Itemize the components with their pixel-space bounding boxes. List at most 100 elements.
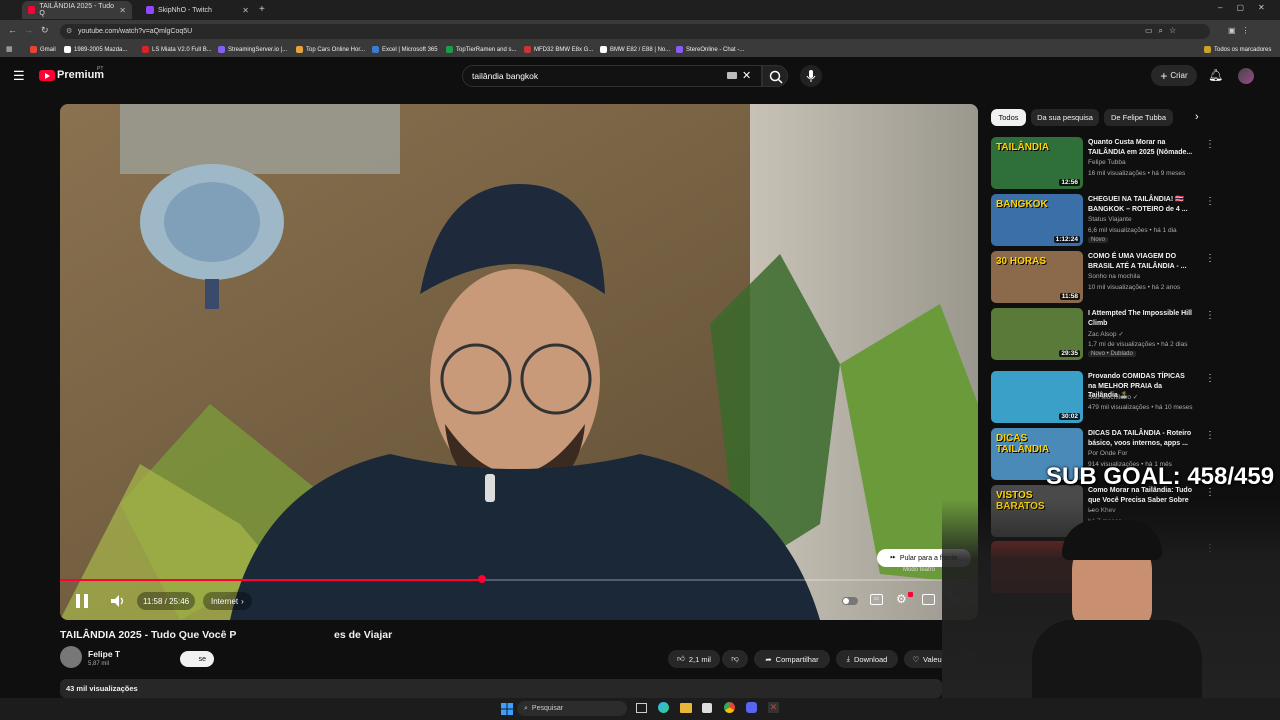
like-button[interactable]: 👍︎ 2,1 mil	[668, 650, 720, 668]
bookmark-item[interactable]: Top Cars Online Hor...	[296, 44, 365, 55]
related-video-title[interactable]: I Attempted The Impossible Hill Climb	[1088, 309, 1193, 328]
taskbar-search[interactable]: ⌕ Pesquisar	[517, 701, 627, 716]
related-video-card[interactable]: BANGKOK 1:12:24 CHEGUEI NA TAILÂNDIA! 🇹🇭 B…	[991, 194, 1215, 246]
tab-youtube[interactable]: TAILÂNDIA 2025 - Tudo Q ✕	[22, 1, 132, 19]
chapter-button[interactable]: Internet ›	[203, 592, 252, 610]
bookmark-item[interactable]: BMW E82 / E88 | No...	[600, 44, 670, 55]
related-video-card[interactable]: 30:02 Provando COMIDAS TÍPICAS na MELHOR …	[991, 371, 1215, 423]
subtitles-icon[interactable]: cc	[870, 594, 883, 605]
download-label: Download	[853, 654, 888, 664]
video-thumbnail[interactable]: BANGKOK 1:12:24	[991, 194, 1083, 246]
apps-icon[interactable]: ▦	[6, 45, 13, 53]
related-video-title[interactable]: Quanto Custa Morar na TAILÂNDIA em 2025 …	[1088, 138, 1193, 157]
more-options-icon[interactable]: ⋮	[1205, 310, 1215, 321]
all-bookmarks[interactable]: Todos os marcadores	[1204, 44, 1271, 55]
volume-button[interactable]	[108, 592, 128, 610]
related-video-channel[interactable]: Sonho na mochila	[1088, 273, 1140, 280]
related-video-channel[interactable]: Zac Alsop ✓	[1088, 330, 1124, 338]
chevron-right-icon[interactable]: ›	[1195, 111, 1199, 123]
bookmark-item[interactable]: StereOnline - Chat -...	[676, 44, 744, 55]
keyboard-icon[interactable]	[727, 72, 737, 79]
menu-icon[interactable]: ☰	[13, 68, 25, 84]
miniplayer-icon[interactable]	[922, 594, 935, 605]
store-icon[interactable]	[702, 703, 712, 713]
site-info-icon[interactable]: ⚙	[66, 27, 72, 35]
bookmark-label: Top Cars Online Hor...	[306, 46, 366, 53]
chip-from-search[interactable]: Da sua pesquisa	[1031, 109, 1099, 126]
create-button[interactable]: + Criar	[1151, 65, 1197, 86]
notifications-icon[interactable]: 🔔︎	[1208, 68, 1223, 82]
back-icon[interactable]: ←	[8, 25, 17, 35]
related-video-channel[interactable]: Sou Mochileiro ✓	[1088, 393, 1138, 401]
related-video-title[interactable]: DICAS DA TAILÂNDIA - Roteiro básico, voo…	[1088, 429, 1193, 448]
video-thumbnail[interactable]: 30 HORAS 11:58	[991, 251, 1083, 303]
search-button[interactable]	[762, 65, 788, 87]
chip-all[interactable]: Todos	[991, 109, 1026, 126]
description-box[interactable]: 43 mil visualizações	[60, 679, 942, 698]
chrome-icon[interactable]	[724, 702, 735, 713]
related-video-channel[interactable]: Status Viajante	[1088, 216, 1132, 223]
autoplay-toggle[interactable]	[842, 597, 858, 605]
channel-name[interactable]: Felipe T	[88, 649, 120, 659]
close-icon[interactable]: ✕	[242, 6, 249, 15]
search-value: tailândia bangkok	[472, 71, 539, 81]
address-bar[interactable]: ⚙ youtube.com/watch?v=aQmlgCoq5U	[60, 24, 1210, 39]
video-player[interactable]	[60, 104, 978, 620]
youtube-logo-icon[interactable]	[39, 70, 55, 81]
bookmark-label: BMW E82 / E88 | No...	[610, 46, 671, 53]
more-options-icon[interactable]: ⋮	[1205, 196, 1215, 207]
dislike-button[interactable]: 👎︎	[722, 650, 748, 668]
app-icon[interactable]: ✕	[768, 702, 779, 713]
bookmark-item[interactable]: TopTierRamen and s...	[446, 44, 516, 55]
related-video-card[interactable]: 30 HORAS 11:58 COMO É UMA VIAGEM DO BRASIL…	[991, 251, 1215, 303]
voice-search-button[interactable]	[800, 65, 822, 87]
more-options-icon[interactable]: ⋮	[1205, 253, 1215, 264]
related-video-card[interactable]: 29:35 I Attempted The Impossible Hill Cli…	[991, 308, 1215, 360]
bookmark-item[interactable]: 1989-2005 Mazda...	[64, 44, 127, 55]
bookmark-item[interactable]: Gmail	[30, 44, 56, 55]
related-video-meta: 479 mil visualizações • há 10 meses	[1088, 404, 1193, 411]
bookmark-item[interactable]: Excel | Microsoft 365	[372, 44, 438, 55]
clear-search-icon[interactable]: ✕	[742, 69, 751, 82]
forward-icon[interactable]: →	[24, 25, 33, 35]
chip-from-channel[interactable]: De Felipe Tubba	[1104, 109, 1173, 126]
video-thumbnail[interactable]: 29:35	[991, 308, 1083, 360]
more-options-icon[interactable]: ⋮	[1205, 430, 1215, 441]
share-button[interactable]: ➦ Compartilhar	[754, 650, 830, 668]
like-count: 2,1 mil	[688, 654, 711, 664]
bookmark-item[interactable]: LS Miata V2.0 Full B...	[142, 44, 212, 55]
new-tab-icon[interactable]: +	[259, 4, 265, 15]
more-options-icon[interactable]: ⋮	[1205, 139, 1215, 150]
channel-avatar[interactable]	[60, 646, 82, 668]
video-thumbnail[interactable]: 30:02	[991, 371, 1083, 423]
task-view-icon[interactable]	[636, 703, 647, 713]
search-input[interactable]: tailândia bangkok ✕	[462, 65, 762, 87]
progress-scrubber[interactable]	[478, 575, 486, 583]
omnibox-actions[interactable]: ▭⌕☆	[1145, 26, 1182, 36]
subscribe-button[interactable]: se	[180, 651, 214, 667]
file-explorer-icon[interactable]	[680, 703, 692, 713]
edge-icon[interactable]	[658, 702, 669, 713]
related-video-title[interactable]: COMO É UMA VIAGEM DO BRASIL ATÉ A TAILÂN…	[1088, 252, 1193, 271]
twitch-icon	[146, 6, 154, 14]
discord-icon[interactable]	[746, 702, 757, 713]
window-controls[interactable]: –▢✕	[1218, 3, 1279, 12]
reload-icon[interactable]: ↻	[41, 25, 49, 36]
search-icon: ⌕	[524, 704, 528, 712]
bookmark-item[interactable]: StreamingServer.io |...	[218, 44, 287, 55]
pause-button[interactable]	[72, 592, 92, 610]
download-button[interactable]: ⤓ Download	[836, 650, 898, 668]
avatar[interactable]	[1238, 68, 1254, 84]
close-icon[interactable]: ✕	[119, 6, 126, 15]
related-video-title[interactable]: CHEGUEI NA TAILÂNDIA! 🇹🇭 BANGKOK – ROTEI…	[1088, 195, 1193, 214]
settings-icon[interactable]: ⚙	[896, 592, 907, 606]
related-video-card[interactable]: TAILÂNDIA 12:56 Quanto Custa Morar na TAIL…	[991, 137, 1215, 189]
tab-twitch[interactable]: SkipNhO - Twitch ✕	[140, 1, 255, 19]
windows-start-icon[interactable]	[501, 702, 513, 715]
related-video-channel[interactable]: Por Onde For	[1088, 450, 1127, 457]
video-thumbnail[interactable]: TAILÂNDIA 12:56	[991, 137, 1083, 189]
related-video-channel[interactable]: Felipe Tubba	[1088, 159, 1126, 166]
more-options-icon[interactable]: ⋮	[1205, 373, 1215, 384]
bookmark-item[interactable]: MFD32 BMW E8x G...	[524, 44, 593, 55]
extensions-icon[interactable]: ▣⋮	[1228, 26, 1256, 35]
